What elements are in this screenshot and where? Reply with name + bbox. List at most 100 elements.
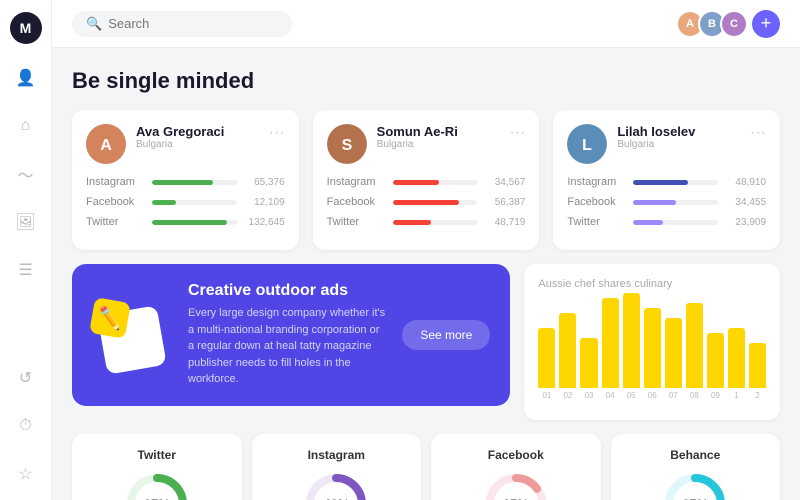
sidebar-item-image[interactable]: 🖼 xyxy=(12,208,40,236)
bar-x-label: 05 xyxy=(627,391,636,400)
donut-chart: 67% xyxy=(125,472,189,500)
circle-label: Behance xyxy=(670,448,720,462)
metric-row: Instagram 34,567 xyxy=(327,176,526,188)
user-name-2: Somun Ae-Ri xyxy=(377,124,500,139)
metric-label: Twitter xyxy=(567,216,627,228)
bar-column: 2 xyxy=(749,343,766,400)
metric-value: 65,376 xyxy=(243,177,285,188)
bar-column: 07 xyxy=(665,318,682,400)
circle-label: Twitter xyxy=(138,448,176,462)
bar xyxy=(580,338,597,388)
user-card-3: L Lilah Ioselev Bulgaria ··· Instagram 4… xyxy=(553,110,780,250)
banner-title: Creative outdoor ads xyxy=(188,282,386,300)
donut-percent: 15% xyxy=(503,496,529,500)
user-name-3: Lilah Ioselev xyxy=(617,124,740,139)
chart-title: Aussie chef shares culinary xyxy=(538,278,766,290)
bar xyxy=(602,298,619,388)
bar-column: 09 xyxy=(707,333,724,400)
banner-text: Creative outdoor ads Every large design … xyxy=(188,282,386,388)
user-avatar-1: A xyxy=(86,124,126,164)
sidebar-item-user[interactable]: 👤 xyxy=(12,64,40,92)
donut-chart: 67% xyxy=(663,472,727,500)
banner-description: Every large design company whether it's … xyxy=(188,305,386,388)
sidebar: M 👤 ⌂ 〜 🖼 ☰ ↺ ⏱ ☆ xyxy=(0,0,52,500)
metric-value: 23,909 xyxy=(724,217,766,228)
bar xyxy=(686,303,703,388)
svg-text:S: S xyxy=(341,137,352,154)
main-area: 🔍 A B C + Be single minded A Ava Gregora… xyxy=(52,0,800,500)
metric-row: Twitter 23,909 xyxy=(567,216,766,228)
metric-label: Twitter xyxy=(327,216,387,228)
metric-label: Instagram xyxy=(86,176,146,188)
bar xyxy=(749,343,766,388)
user-location-2: Bulgaria xyxy=(377,139,500,150)
user-name-1: Ava Gregoraci xyxy=(136,124,259,139)
search-input[interactable] xyxy=(108,16,228,31)
user-card-2: S Somun Ae-Ri Bulgaria ··· Instagram 34,… xyxy=(313,110,540,250)
avatar-3[interactable]: C xyxy=(720,10,748,38)
metric-row: Instagram 65,376 xyxy=(86,176,285,188)
search-box[interactable]: 🔍 xyxy=(72,11,292,37)
content-area: Be single minded A Ava Gregoraci Bulgari… xyxy=(52,48,800,500)
sidebar-item-home[interactable]: ⌂ xyxy=(12,112,40,140)
sidebar-item-clock[interactable]: ⏱ xyxy=(12,412,40,440)
bar-x-label: 1 xyxy=(734,391,738,400)
circle-stats: Twitter 67% Instagram 46% Facebook 15% xyxy=(72,434,780,500)
search-icon: 🔍 xyxy=(86,16,102,32)
card-menu-3[interactable]: ··· xyxy=(750,124,766,142)
bar xyxy=(623,293,640,388)
card-menu-2[interactable]: ··· xyxy=(509,124,525,142)
user-card-1: A Ava Gregoraci Bulgaria ··· Instagram 6… xyxy=(72,110,299,250)
donut-chart: 15% xyxy=(484,472,548,500)
donut-percent: 67% xyxy=(682,496,708,500)
bar-column: 1 xyxy=(728,328,745,400)
bar xyxy=(728,328,745,388)
bar-column: 01 xyxy=(538,328,555,400)
metric-value: 48,910 xyxy=(724,177,766,188)
sidebar-item-list[interactable]: ☰ xyxy=(12,256,40,284)
metric-row: Instagram 48,910 xyxy=(567,176,766,188)
sidebar-item-activity[interactable]: 〜 xyxy=(12,160,40,188)
metric-label: Facebook xyxy=(327,196,387,208)
circle-label: Instagram xyxy=(308,448,365,462)
metric-row: Facebook 12,109 xyxy=(86,196,285,208)
bar xyxy=(707,333,724,388)
metric-value: 34,455 xyxy=(724,197,766,208)
metric-row: Facebook 56,387 xyxy=(327,196,526,208)
svg-text:A: A xyxy=(100,137,112,154)
sidebar-item-refresh[interactable]: ↺ xyxy=(12,364,40,392)
card-menu-1[interactable]: ··· xyxy=(269,124,285,142)
circle-label: Facebook xyxy=(488,448,544,462)
metric-label: Twitter xyxy=(86,216,146,228)
bar-x-label: 01 xyxy=(542,391,551,400)
user-avatar-2: S xyxy=(327,124,367,164)
bar-column: 05 xyxy=(623,293,640,400)
donut-percent: 46% xyxy=(323,496,349,500)
bar xyxy=(538,328,555,388)
metric-value: 56,387 xyxy=(483,197,525,208)
metric-row: Twitter 48,719 xyxy=(327,216,526,228)
banner-see-more-button[interactable]: See more xyxy=(402,320,490,350)
bar xyxy=(665,318,682,388)
metric-label: Facebook xyxy=(567,196,627,208)
header: 🔍 A B C + xyxy=(52,0,800,48)
bar-x-label: 09 xyxy=(711,391,720,400)
circle-card-behance: Behance 67% xyxy=(611,434,781,500)
chart-card: Aussie chef shares culinary 01 02 03 04 … xyxy=(524,264,780,420)
metric-row: Twitter 132,645 xyxy=(86,216,285,228)
metric-value: 132,645 xyxy=(243,217,285,228)
sidebar-item-star[interactable]: ☆ xyxy=(12,460,40,488)
circle-card-facebook: Facebook 15% xyxy=(431,434,601,500)
metric-row: Facebook 34,455 xyxy=(567,196,766,208)
add-avatar-button[interactable]: + xyxy=(752,10,780,38)
bar-column: 06 xyxy=(644,308,661,400)
bar-x-label: 08 xyxy=(690,391,699,400)
metric-label: Instagram xyxy=(567,176,627,188)
bar-x-label: 04 xyxy=(606,391,615,400)
app-logo[interactable]: M xyxy=(10,12,42,44)
bar-x-label: 02 xyxy=(564,391,573,400)
bar-x-label: 07 xyxy=(669,391,678,400)
bar-x-label: 2 xyxy=(755,391,759,400)
bar-column: 08 xyxy=(686,303,703,400)
circle-card-twitter: Twitter 67% xyxy=(72,434,242,500)
